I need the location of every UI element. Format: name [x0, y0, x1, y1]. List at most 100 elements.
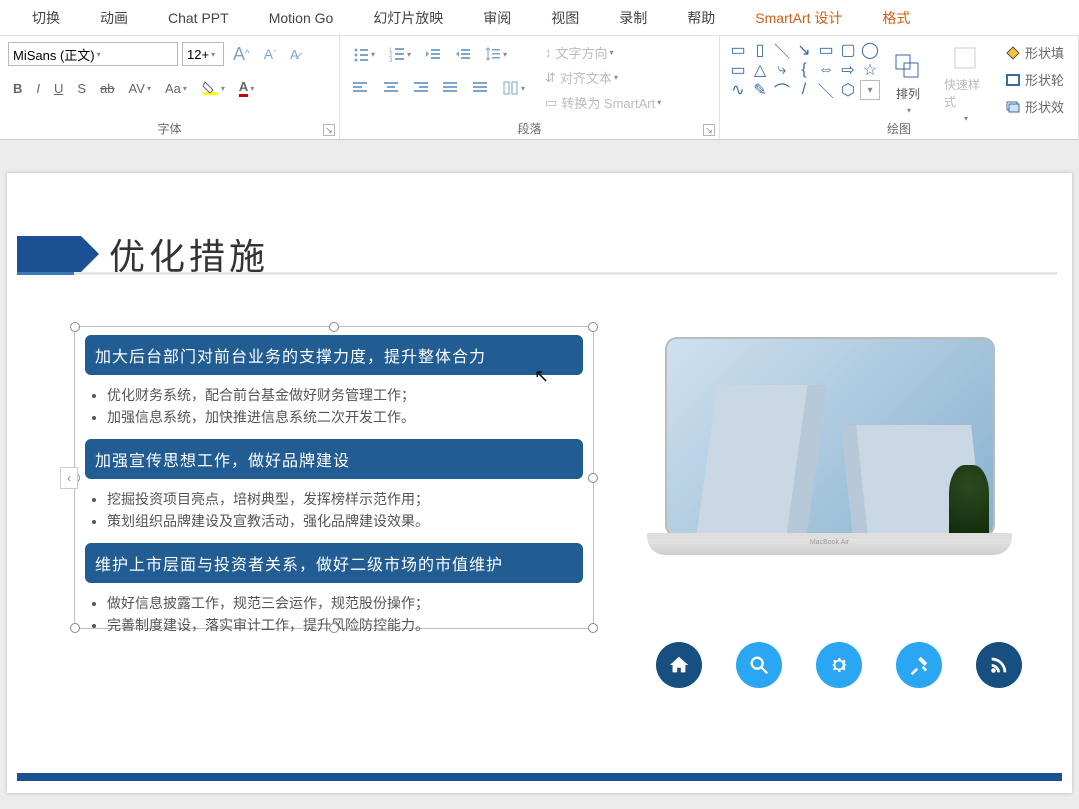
- home-icon[interactable]: [656, 642, 702, 688]
- shape-line2-icon[interactable]: /: [794, 80, 814, 100]
- shape-fill-button[interactable]: 形状填: [1000, 40, 1070, 65]
- resize-handle-tl[interactable]: [70, 322, 80, 332]
- arrange-button[interactable]: 排列▾: [886, 40, 930, 127]
- columns-button[interactable]: ▾: [498, 78, 530, 98]
- shape-arrow-icon[interactable]: ↘: [794, 40, 814, 60]
- tab-record[interactable]: 录制: [599, 1, 667, 35]
- decrease-font-icon[interactable]: Aˇ: [259, 43, 281, 65]
- search-icon[interactable]: [736, 642, 782, 688]
- tab-view[interactable]: 视图: [531, 1, 599, 35]
- shape-effects-button[interactable]: 形状效: [1000, 94, 1070, 119]
- font-group-expand[interactable]: ↘: [323, 124, 335, 136]
- tab-format[interactable]: 格式: [862, 1, 930, 35]
- align-right-button[interactable]: [408, 78, 434, 98]
- paragraph-group-expand[interactable]: ↘: [703, 124, 715, 136]
- shape-oval-icon[interactable]: ◯: [860, 40, 880, 60]
- bullet-text[interactable]: 优化财务系统，配合前台基金做好财务管理工作；: [107, 385, 583, 405]
- shape-connector-icon[interactable]: ⤷: [772, 60, 792, 80]
- resize-handle-mr[interactable]: [588, 473, 598, 483]
- gear-icon[interactable]: [816, 642, 862, 688]
- font-family-selector[interactable]: MiSans (正文)▾: [8, 42, 178, 66]
- tab-smartart-design[interactable]: SmartArt 设计: [735, 1, 862, 35]
- change-case-button[interactable]: Aa▾: [160, 78, 192, 99]
- strikethrough-button[interactable]: ab: [95, 78, 119, 99]
- resize-handle-br[interactable]: [588, 623, 598, 633]
- italic-button[interactable]: I: [31, 78, 45, 99]
- quick-styles-button[interactable]: 快速样式▾: [936, 40, 994, 127]
- shape-brace-icon[interactable]: {: [794, 60, 814, 80]
- bullet-text[interactable]: 策划组织品牌建设及宣教活动，强化品牌建设效果。: [107, 511, 583, 531]
- convert-smartart-button[interactable]: ▭ 转换为 SmartArt▾: [540, 90, 690, 115]
- tab-animation[interactable]: 动画: [80, 1, 148, 35]
- align-center-button[interactable]: [378, 78, 404, 98]
- shape-arc-icon[interactable]: ⌒: [772, 80, 792, 100]
- smartart-header-2[interactable]: 加强宣传思想工作，做好品牌建设: [85, 439, 583, 479]
- rss-icon[interactable]: [976, 642, 1022, 688]
- bullet-text[interactable]: 做好信息披露工作，规范三会运作，规范股份操作；: [107, 593, 583, 613]
- smartart-textpane-toggle[interactable]: ‹: [60, 467, 78, 489]
- numbering-button[interactable]: 123▾: [384, 43, 416, 65]
- shape-poly-icon[interactable]: ⬡: [838, 80, 858, 100]
- smartart-header-3[interactable]: 维护上市层面与投资者关系，做好二级市场的市值维护: [85, 543, 583, 583]
- ribbon-group-paragraph: ▾ 123▾ ▾ ▾ ↕ 文字方向▾ ⇵ 对齐文本▾ ▭: [340, 36, 720, 139]
- shape-roundrect-icon[interactable]: ▢: [838, 40, 858, 60]
- ribbon-group-font: MiSans (正文)▾ 12+▾ A^ Aˇ A̷ B I U S ab AV…: [0, 36, 340, 139]
- resize-handle-bl[interactable]: [70, 623, 80, 633]
- underline-button[interactable]: U: [49, 78, 68, 99]
- shape-doublearrow-icon[interactable]: ⇔: [816, 60, 836, 80]
- shadow-button[interactable]: S: [72, 78, 91, 99]
- bullet-text[interactable]: 挖掘投资项目亮点，培树典型，发挥榜样示范作用；: [107, 489, 583, 509]
- shape-tri-icon[interactable]: △: [750, 60, 770, 80]
- bullets-button[interactable]: ▾: [348, 43, 380, 65]
- smartart-selection[interactable]: ‹ 加大后台部门对前台业务的支撑力度，提升整体合力 优化财务系统，配合前台基金做…: [74, 326, 594, 629]
- tab-transition[interactable]: 切换: [12, 1, 80, 35]
- shapes-more-icon[interactable]: ▾: [860, 80, 880, 100]
- laptop-image[interactable]: MacBook Air: [647, 337, 1012, 555]
- tab-review[interactable]: 审阅: [463, 1, 531, 35]
- align-justify-button[interactable]: [438, 78, 464, 98]
- font-size-selector[interactable]: 12+▾: [182, 42, 224, 66]
- line-spacing-button[interactable]: ▾: [480, 43, 512, 65]
- shapes-gallery[interactable]: ▭ ▯ ＼ ↘ ▭ ▢ ◯ ▭ △ ⤷ { ⇔ ⇨ ☆: [728, 40, 880, 127]
- shape-outline-button[interactable]: 形状轮: [1000, 67, 1070, 92]
- bullet-text[interactable]: 加强信息系统，加快推进信息系统二次开发工作。: [107, 407, 583, 427]
- shape-line3-icon[interactable]: ＼: [816, 80, 836, 100]
- align-text-button[interactable]: ⇵ 对齐文本▾: [540, 65, 670, 90]
- align-left-button[interactable]: [348, 78, 374, 98]
- group-label-drawing: 绘图: [720, 120, 1078, 137]
- bullet-text[interactable]: 完善制度建设，落实审计工作，提升风险防控能力。: [107, 615, 583, 635]
- shape-curve-icon[interactable]: ∿: [728, 80, 748, 100]
- resize-handle-tr[interactable]: [588, 322, 598, 332]
- bold-button[interactable]: B: [8, 78, 27, 99]
- smartart-item-1[interactable]: 加大后台部门对前台业务的支撑力度，提升整体合力 优化财务系统，配合前台基金做好财…: [85, 335, 583, 439]
- tab-help[interactable]: 帮助: [667, 1, 735, 35]
- resize-handle-tm[interactable]: [329, 322, 339, 332]
- align-distributed-button[interactable]: [468, 78, 494, 98]
- slide[interactable]: 优化措施 ‹ 加大后台部门对前台业务的支撑力度，提升整体合力 优化财务系统，配合…: [7, 173, 1072, 793]
- shape-star-icon[interactable]: ☆: [860, 60, 880, 80]
- tab-slideshow[interactable]: 幻灯片放映: [353, 1, 463, 35]
- shape-rect-icon[interactable]: ▭: [816, 40, 836, 60]
- tab-chatppt[interactable]: Chat PPT: [148, 3, 249, 33]
- shape-textbox-icon[interactable]: ▭: [728, 40, 748, 60]
- highlight-color-button[interactable]: ▾: [196, 76, 230, 100]
- shape-rect2-icon[interactable]: ▭: [728, 60, 748, 80]
- increase-indent-button[interactable]: [450, 43, 476, 65]
- smartart-header-1[interactable]: 加大后台部门对前台业务的支撑力度，提升整体合力: [85, 335, 583, 375]
- shape-vtextbox-icon[interactable]: ▯: [750, 40, 770, 60]
- char-spacing-button[interactable]: AV▾: [124, 78, 156, 99]
- increase-font-icon[interactable]: A^: [228, 41, 255, 68]
- tools-icon[interactable]: [896, 642, 942, 688]
- tab-motiongo[interactable]: Motion Go: [249, 3, 354, 33]
- slide-canvas[interactable]: 优化措施 ‹ 加大后台部门对前台业务的支撑力度，提升整体合力 优化财务系统，配合…: [0, 141, 1079, 809]
- decrease-indent-button[interactable]: [420, 43, 446, 65]
- shape-line-icon[interactable]: ＼: [772, 40, 792, 60]
- resize-handle-bm[interactable]: [329, 623, 339, 633]
- clear-format-icon[interactable]: A̷: [285, 44, 304, 65]
- text-direction-button[interactable]: ↕ 文字方向▾: [540, 40, 670, 65]
- ribbon: MiSans (正文)▾ 12+▾ A^ Aˇ A̷ B I U S ab AV…: [0, 35, 1079, 140]
- shape-rightarrow-icon[interactable]: ⇨: [838, 60, 858, 80]
- font-color-button[interactable]: A▾: [234, 76, 259, 100]
- smartart-item-2[interactable]: 加强宣传思想工作，做好品牌建设 挖掘投资项目亮点，培树典型，发挥榜样示范作用； …: [85, 439, 583, 543]
- shape-free-icon[interactable]: ✎: [750, 80, 770, 100]
